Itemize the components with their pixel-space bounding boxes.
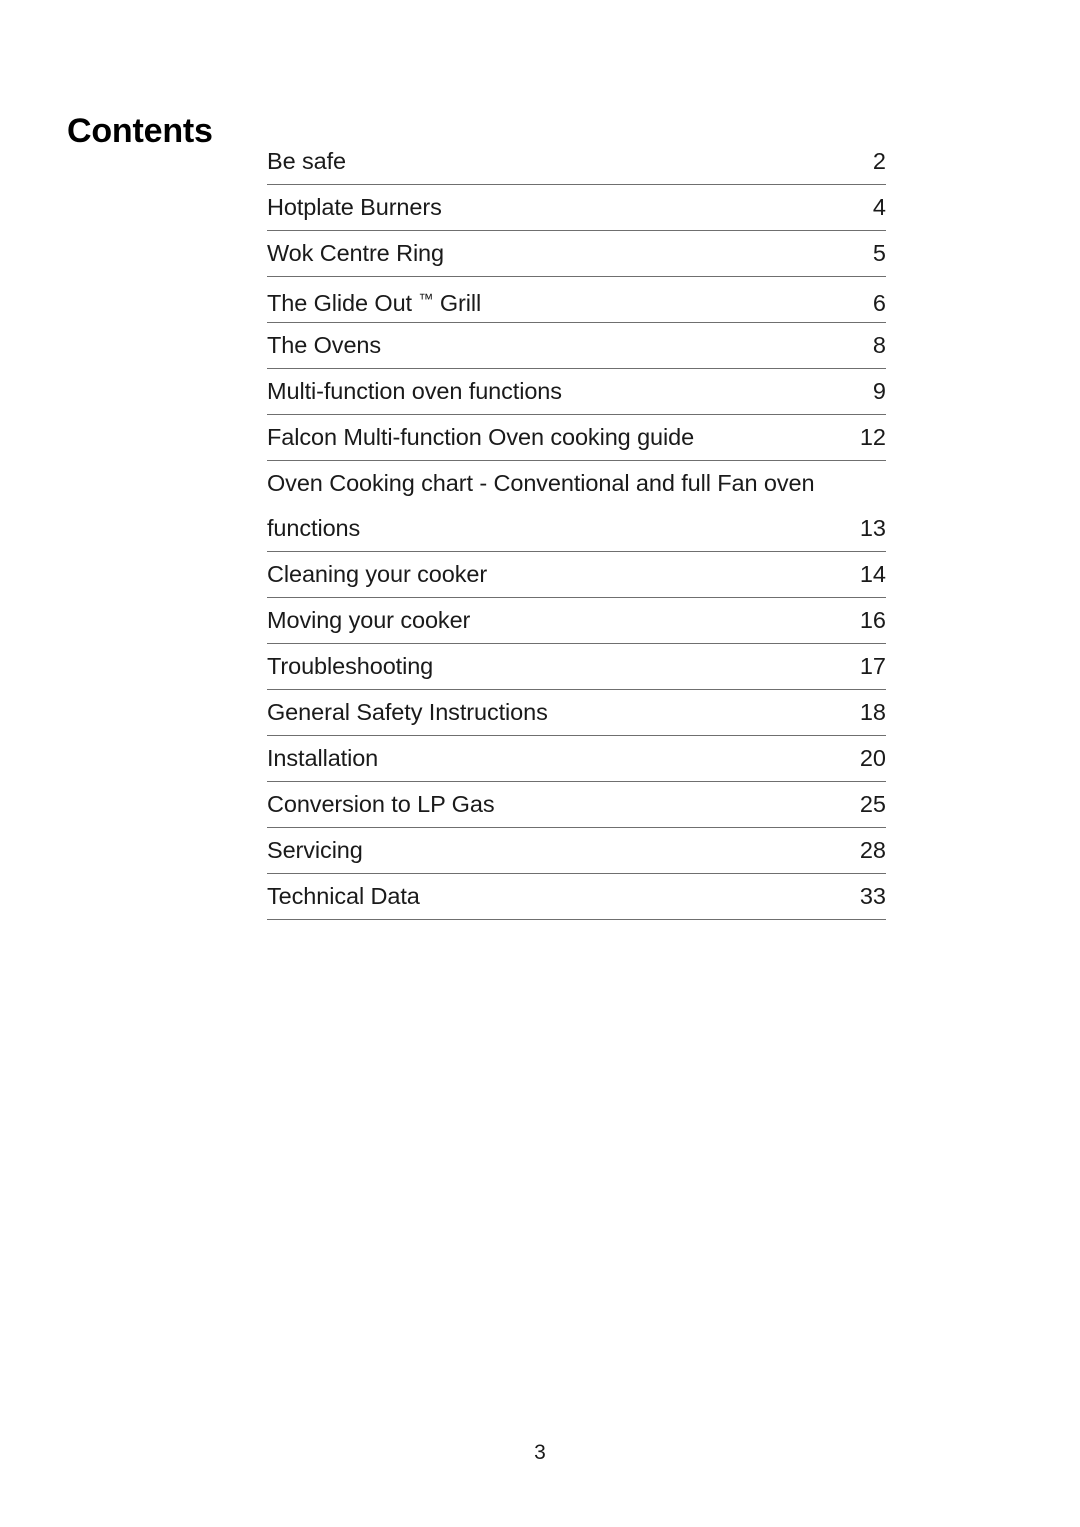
toc-entry-label: Wok Centre Ring [267,240,444,266]
toc-entry-line: Moving your cooker 16 [267,598,886,643]
toc-entry-page-number: 17 [859,653,886,679]
toc-entry-label: Be safe [267,148,346,174]
trademark-icon: ™ [418,291,434,308]
toc-entry-line: Oven Cooking chart - Conventional and fu… [267,461,886,506]
toc-entry-label: Conversion to LP Gas [267,791,495,817]
toc-entry-label: The Ovens [267,332,382,358]
toc-entry-line: Be safe 2 [267,139,886,184]
toc-entry-line: Technical Data 33 [267,874,886,919]
toc-entry-page-number: 18 [859,699,886,725]
toc-entry-page-number: 6 [872,290,886,316]
toc-entry[interactable]: Servicing 28 [267,828,886,874]
toc-entry[interactable]: Troubleshooting 17 [267,644,886,690]
toc-entry-label: Moving your cooker [267,607,471,633]
toc-entry-page-number: 9 [872,378,886,404]
toc-entry-label: Servicing [267,837,363,863]
page-title: Contents [67,111,213,150]
toc-entry-page-number: 5 [872,240,886,266]
toc-entry[interactable]: Technical Data 33 [267,874,886,920]
toc-entry-label: functions [267,515,361,541]
toc-entry-line: functions 13 [267,506,886,551]
toc-entry-line: The Glide Out ™ Grill 6 [267,277,886,322]
toc-entry-label: Troubleshooting [267,653,434,679]
toc-entry-page-number: 12 [859,424,886,450]
toc-entry[interactable]: Multi-function oven functions 9 [267,369,886,415]
table-of-contents: Be safe 2 Hotplate Burners 4 Wok Centre Ring… [267,139,886,920]
toc-entry-label: The Glide Out ™ Grill [267,290,482,316]
toc-entry[interactable]: Falcon Multi-function Oven cooking guide… [267,415,886,461]
toc-entry-line: Cleaning your cooker 14 [267,552,886,597]
toc-entry-line: Hotplate Burners 4 [267,185,886,230]
toc-entry[interactable]: The Ovens 8 [267,323,886,369]
toc-entry-page-number: 2 [872,148,886,174]
toc-entry-line: Multi-function oven functions 9 [267,369,886,414]
toc-entry-line: Servicing 28 [267,828,886,873]
toc-entry-line: General Safety Instructions 18 [267,690,886,735]
toc-entry-line: Wok Centre Ring 5 [267,231,886,276]
toc-entry-page-number: 20 [859,745,886,771]
toc-entry[interactable]: General Safety Instructions 18 [267,690,886,736]
toc-entry[interactable]: Installation 20 [267,736,886,782]
toc-entry[interactable]: Hotplate Burners 4 [267,185,886,231]
footer-page-number: 3 [534,1441,546,1464]
toc-entry-line: Conversion to LP Gas 25 [267,782,886,827]
toc-entry-page-number: 4 [872,194,886,220]
toc-entry-line: The Ovens 8 [267,323,886,368]
toc-entry-label: Cleaning your cooker [267,561,488,587]
toc-entry-line: Installation 20 [267,736,886,781]
document-page: Contents Be safe 2 Hotplate Burners 4 Wok Ce… [0,0,1080,1527]
toc-entry-line: Troubleshooting 17 [267,644,886,689]
toc-entry-page-number: 14 [859,561,886,587]
toc-entry-page-number: 28 [859,837,886,863]
toc-entry-label: Hotplate Burners [267,194,442,220]
toc-entry-page-number: 25 [859,791,886,817]
toc-entry-label: Oven Cooking chart - Conventional and fu… [267,470,815,496]
toc-entry-page-number: 33 [859,883,886,909]
toc-entry-page-number: 16 [859,607,886,633]
toc-entry-page-number: 8 [872,332,886,358]
toc-entry-page-number: 13 [859,515,886,541]
toc-entry-label: Multi-function oven functions [267,378,562,404]
toc-entry-line: Falcon Multi-function Oven cooking guide… [267,415,886,460]
toc-entry[interactable]: Wok Centre Ring 5 [267,231,886,277]
toc-entry-label: Installation [267,745,379,771]
toc-entry[interactable]: Cleaning your cooker 14 [267,552,886,598]
toc-entry-label: General Safety Instructions [267,699,548,725]
toc-entry[interactable]: Oven Cooking chart - Conventional and fu… [267,461,886,552]
toc-entry[interactable]: Be safe 2 [267,139,886,185]
toc-entry-label: Falcon Multi-function Oven cooking guide [267,424,695,450]
toc-entry[interactable]: The Glide Out ™ Grill 6 [267,277,886,323]
toc-entry-label: Technical Data [267,883,420,909]
toc-entry[interactable]: Conversion to LP Gas 25 [267,782,886,828]
toc-entry[interactable]: Moving your cooker 16 [267,598,886,644]
